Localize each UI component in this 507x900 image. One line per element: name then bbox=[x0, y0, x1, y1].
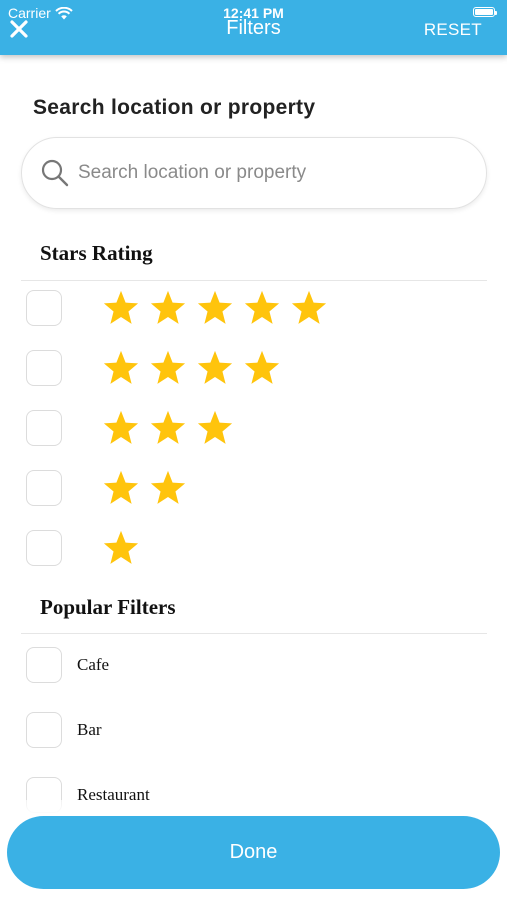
star-icon bbox=[103, 410, 139, 444]
star-icon bbox=[103, 290, 139, 324]
star-icon bbox=[103, 530, 139, 564]
filter-label: Cafe bbox=[77, 655, 110, 674]
checkbox[interactable] bbox=[26, 712, 62, 748]
star-icon bbox=[197, 290, 233, 324]
status-time: 12:41 PM bbox=[223, 5, 284, 21]
star-rating-3 bbox=[102, 409, 234, 447]
checkbox[interactable] bbox=[26, 290, 62, 326]
star-option-3[interactable] bbox=[26, 409, 234, 447]
done-button[interactable]: Done bbox=[7, 816, 500, 889]
star-icon bbox=[150, 410, 186, 444]
battery-icon bbox=[473, 7, 497, 17]
star-icon bbox=[150, 470, 186, 504]
star-option-5[interactable] bbox=[26, 289, 328, 327]
star-icon bbox=[150, 350, 186, 384]
stars-rating-heading: Stars Rating bbox=[40, 241, 153, 265]
star-rating-5 bbox=[102, 289, 328, 327]
filter-item-bar[interactable]: Bar bbox=[26, 711, 102, 749]
star-option-2[interactable] bbox=[26, 469, 187, 507]
star-icon bbox=[150, 290, 186, 324]
star-rating-1 bbox=[102, 529, 140, 567]
checkbox[interactable] bbox=[26, 410, 62, 446]
checkbox[interactable] bbox=[26, 350, 62, 386]
search-box[interactable] bbox=[21, 137, 487, 209]
popular-filters-heading: Popular Filters bbox=[40, 595, 176, 619]
checkbox[interactable] bbox=[26, 647, 62, 683]
star-icon bbox=[103, 470, 139, 504]
filter-label: Bar bbox=[77, 720, 102, 739]
star-option-1[interactable] bbox=[26, 529, 140, 567]
search-input[interactable] bbox=[76, 161, 460, 185]
close-icon bbox=[10, 20, 28, 38]
checkbox[interactable] bbox=[26, 530, 62, 566]
close-button[interactable] bbox=[6, 16, 32, 42]
search-icon bbox=[41, 159, 69, 187]
star-icon bbox=[244, 350, 280, 384]
star-rating-2 bbox=[102, 469, 187, 507]
star-icon bbox=[291, 290, 327, 324]
star-icon bbox=[197, 350, 233, 384]
star-rating-4 bbox=[102, 349, 281, 387]
filter-item-cafe[interactable]: Cafe bbox=[26, 646, 109, 684]
checkbox[interactable] bbox=[26, 470, 62, 506]
divider bbox=[21, 280, 487, 281]
star-icon bbox=[244, 290, 280, 324]
star-option-4[interactable] bbox=[26, 349, 281, 387]
star-icon bbox=[197, 410, 233, 444]
reset-button[interactable]: RESET bbox=[424, 20, 482, 40]
nav-bar: Carrier 12:41 PM Filters RESET bbox=[0, 0, 507, 55]
star-icon bbox=[103, 350, 139, 384]
divider bbox=[21, 633, 487, 634]
search-section-title: Search location or property bbox=[33, 96, 316, 119]
